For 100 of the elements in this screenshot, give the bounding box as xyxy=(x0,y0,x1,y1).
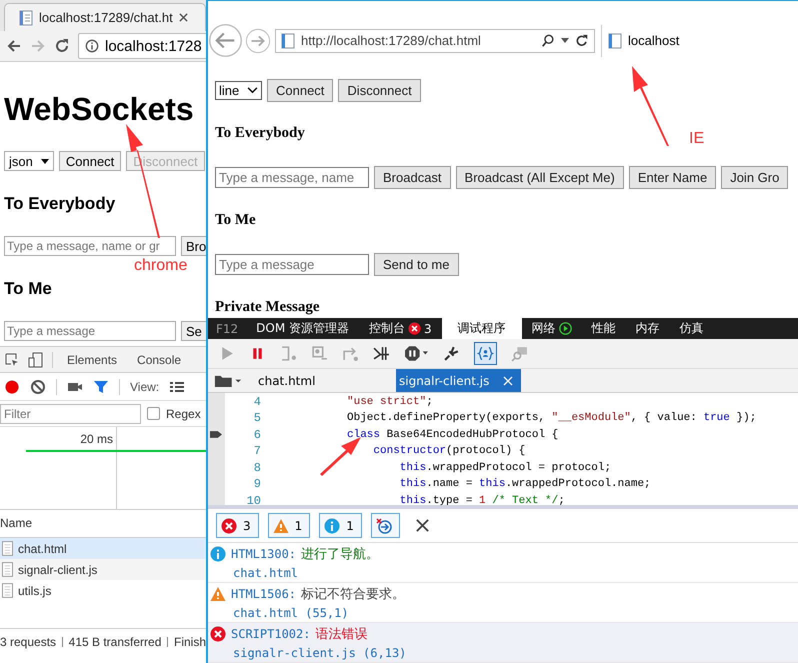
protocol-select[interactable]: json xyxy=(4,151,54,171)
tool-tab[interactable]: 性能 xyxy=(582,318,626,340)
address-bar[interactable]: localhost:1728 xyxy=(78,33,206,59)
source-link[interactable]: chat.html (55,1) xyxy=(210,606,349,620)
console-filter-button[interactable]: 1 xyxy=(268,513,310,538)
code-line: "use strict"; xyxy=(346,396,433,408)
clear-icon[interactable] xyxy=(414,518,430,534)
message-code: HTML1506: xyxy=(231,587,296,601)
search-icon[interactable] xyxy=(541,34,555,48)
page-button[interactable]: Disconnect xyxy=(338,79,421,102)
caret-icon[interactable] xyxy=(561,38,569,43)
warning-icon xyxy=(272,518,289,534)
section-heading: To Everybody xyxy=(4,194,116,214)
message-field[interactable]: Type a message, name or gr xyxy=(4,236,176,256)
protocol-select[interactable]: line xyxy=(215,81,262,100)
error-icon xyxy=(210,626,226,642)
message-code: SCRIPT1002: xyxy=(231,627,310,641)
folder-icon[interactable] xyxy=(214,373,242,388)
section-heading: To Me xyxy=(4,279,53,299)
tool-tab[interactable]: 内存 xyxy=(626,318,670,340)
message-field[interactable]: Type a message, name xyxy=(215,167,369,188)
page-button[interactable]: Connect xyxy=(267,79,334,102)
page-button[interactable]: Se xyxy=(181,321,206,341)
file-icon xyxy=(2,562,13,577)
section-heading: To Everybody xyxy=(215,125,305,142)
annotation-label: IE xyxy=(689,130,704,148)
filter-icon[interactable] xyxy=(93,378,109,394)
address-bar[interactable]: http://localhost:17289/chat.html xyxy=(275,28,595,52)
plug-icon[interactable] xyxy=(443,345,460,362)
source-link[interactable]: chat.html xyxy=(210,566,298,580)
message-field[interactable]: Type a message xyxy=(4,321,176,341)
page-button[interactable]: Send to me xyxy=(374,253,458,276)
tool-tab[interactable]: 调试程序 xyxy=(442,318,522,340)
page-icon xyxy=(608,32,622,48)
page-icon xyxy=(19,10,33,26)
devtools-tab[interactable]: Elements xyxy=(61,352,124,366)
f12-label: F12 xyxy=(215,320,240,338)
line-number: 5 xyxy=(252,411,261,426)
section-heading: To Me xyxy=(215,212,256,229)
page-button[interactable]: Broadcast xyxy=(374,166,451,189)
console-filter-button[interactable]: 1 xyxy=(319,513,362,538)
status-text: Finish xyxy=(174,635,206,649)
info-icon xyxy=(324,518,340,534)
message-code: HTML1300: xyxy=(231,547,296,561)
clear-on-navigate-button[interactable] xyxy=(370,513,400,538)
tool-tab[interactable]: 网络 xyxy=(522,318,582,340)
chevron-icon xyxy=(247,87,258,94)
page-button[interactable]: Bro xyxy=(181,236,206,256)
message-text: 语法错误 xyxy=(315,626,368,643)
message-field[interactable]: Type a message xyxy=(215,254,369,275)
file-tab[interactable]: signalr-client.js xyxy=(396,369,522,392)
line-number: 8 xyxy=(252,460,261,475)
timeline-tick: 20 ms xyxy=(80,432,113,446)
inspect-icon[interactable] xyxy=(4,352,20,368)
reload-icon[interactable] xyxy=(54,38,70,54)
message-text: 标记不符合要求。 xyxy=(301,586,406,603)
play-icon xyxy=(558,322,572,336)
page-button[interactable]: Broadcast (All Except Me) xyxy=(456,166,624,189)
code-line: this.name = this.wrappedProtocol.name; xyxy=(398,478,651,490)
exceptions-icon[interactable] xyxy=(404,345,429,362)
code-line: constructor(protocol) { xyxy=(372,445,526,458)
clear-icon[interactable] xyxy=(30,378,46,394)
line-number: 4 xyxy=(252,394,261,409)
file-tab[interactable]: chat.html xyxy=(250,369,396,392)
refresh-icon[interactable] xyxy=(575,34,589,48)
filter-field[interactable]: Filter xyxy=(0,404,141,424)
record-icon[interactable] xyxy=(4,378,20,394)
pretty-print-icon[interactable] xyxy=(474,342,497,366)
page-heading: WebSockets xyxy=(4,90,195,129)
page-button[interactable]: Enter Name xyxy=(628,166,716,189)
regex-label: Regex xyxy=(166,406,201,420)
devtools-tab[interactable]: Console xyxy=(131,352,188,366)
console-filter-button[interactable]: 3 xyxy=(216,513,259,538)
navigate-icon xyxy=(376,518,392,534)
code-line: class Base64EncodedHubProtocol { xyxy=(346,428,558,441)
code-line: this.type = 1 /* Text */; xyxy=(398,494,565,506)
annotation-label: chrome xyxy=(134,257,188,275)
breakpoints-icon[interactable] xyxy=(373,345,390,362)
section-heading: Private Message xyxy=(215,299,320,316)
browser-tab[interactable]: localhost xyxy=(601,24,798,56)
status-text: 3 requests xyxy=(0,635,56,649)
page-button[interactable]: Join Gro xyxy=(721,166,788,189)
error-icon xyxy=(221,518,237,534)
regex-checkbox[interactable] xyxy=(147,407,160,420)
request-row[interactable]: chat.html xyxy=(0,538,206,559)
tool-tab[interactable]: DOM 资源管理器 xyxy=(246,318,360,340)
message-text: 进行了导航。 xyxy=(301,546,380,563)
device-icon[interactable] xyxy=(28,352,44,368)
tool-tab[interactable]: 仿真 xyxy=(670,318,714,340)
page-icon xyxy=(281,32,295,48)
request-row[interactable]: signalr-client.js xyxy=(0,559,206,580)
error-icon xyxy=(408,322,422,336)
code-line: Object.defineProperty(exports, "__esModule", { value: true }); xyxy=(346,412,756,424)
back-arrow-icon[interactable] xyxy=(6,38,22,54)
request-row[interactable]: utils.js xyxy=(0,580,206,601)
page-button[interactable]: Connect xyxy=(58,151,122,171)
close-icon[interactable] xyxy=(178,13,188,22)
annotation-arrow xyxy=(320,437,361,476)
source-link[interactable]: signalr-client.js (6,13) xyxy=(210,646,406,660)
tool-tab[interactable]: 控制台 3 xyxy=(359,318,442,340)
